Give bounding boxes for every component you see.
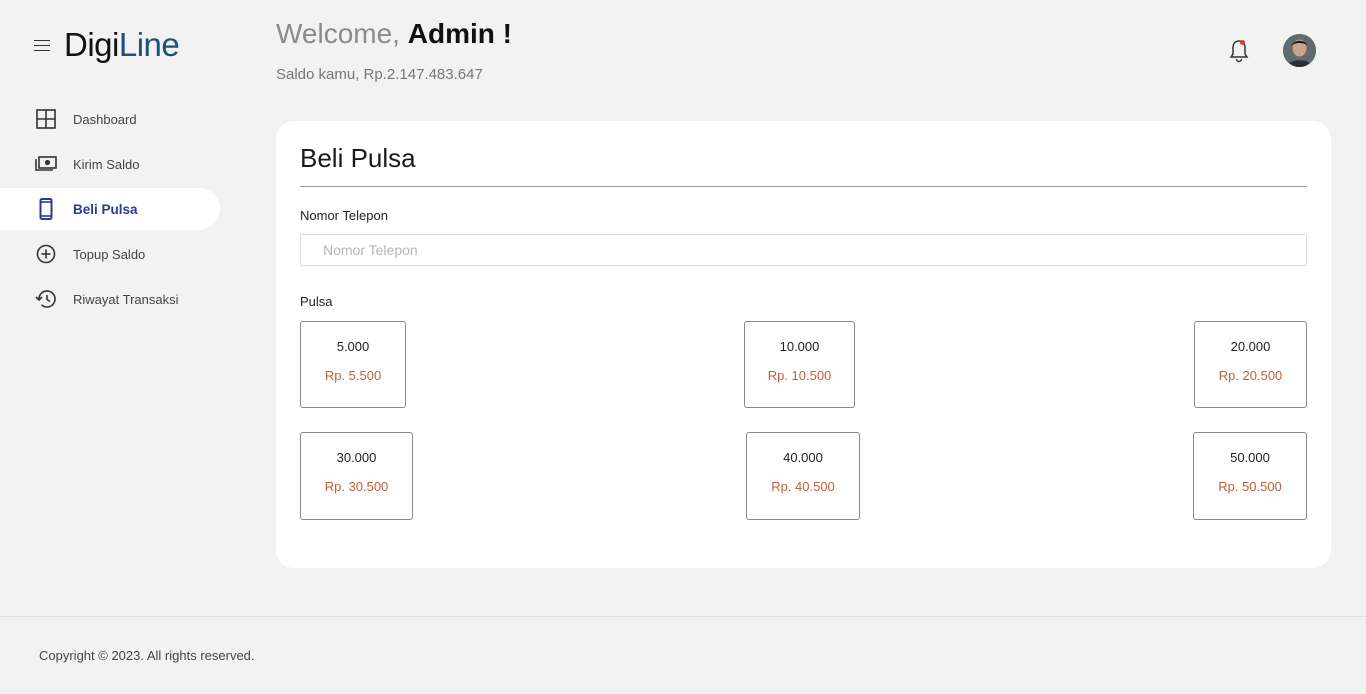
pulsa-option-30000[interactable]: 30.000 Rp. 30.500 <box>300 432 413 520</box>
pulsa-price: Rp. 10.500 <box>767 368 832 383</box>
sidebar-item-label: Dashboard <box>73 111 137 127</box>
avatar[interactable] <box>1283 34 1316 67</box>
footer-copyright: Copyright © 2023. All rights reserved. <box>39 648 255 663</box>
pulsa-price: Rp. 30.500 <box>324 479 389 494</box>
logo[interactable]: DigiLine <box>64 28 180 61</box>
pulsa-amount: 10.000 <box>779 339 820 354</box>
plus-circle-icon <box>35 243 57 265</box>
pulsa-price: Rp. 50.500 <box>1218 479 1282 494</box>
sidebar-item-label: Beli Pulsa <box>73 201 138 217</box>
sidebar-item-riwayat-transaksi[interactable]: Riwayat Transaksi <box>0 278 220 320</box>
welcome-heading: Welcome, Admin ! <box>276 18 512 49</box>
sidebar-item-topup-saldo[interactable]: Topup Saldo <box>0 233 220 275</box>
pulsa-amount: 5.000 <box>336 339 370 354</box>
sidebar-nav: Dashboard Kirim Saldo Beli Pulsa Topup S… <box>0 98 220 323</box>
phone-label: Nomor Telepon <box>300 208 388 223</box>
pulsa-amount: 40.000 <box>783 450 823 465</box>
sidebar-item-label: Topup Saldo <box>73 246 146 262</box>
pulsa-option-50000[interactable]: 50.000 Rp. 50.500 <box>1193 432 1307 520</box>
avatar-image <box>1283 34 1316 67</box>
sidebar-item-beli-pulsa[interactable]: Beli Pulsa <box>0 188 220 230</box>
brand: DigiLine <box>34 28 180 61</box>
footer-divider <box>0 616 1366 617</box>
money-icon <box>35 153 57 175</box>
user-name: Admin ! <box>407 18 512 49</box>
page-title: Beli Pulsa <box>300 143 416 173</box>
pulsa-price: Rp. 40.500 <box>771 479 835 494</box>
pulsa-amount: 20.000 <box>1230 339 1271 354</box>
smartphone-icon <box>35 198 57 220</box>
pulsa-option-5000[interactable]: 5.000 Rp. 5.500 <box>300 321 406 408</box>
pulsa-option-20000[interactable]: 20.000 Rp. 20.500 <box>1194 321 1307 408</box>
sidebar-item-label: Kirim Saldo <box>73 156 140 172</box>
pulsa-price: Rp. 5.500 <box>324 368 382 383</box>
pulsa-option-40000[interactable]: 40.000 Rp. 40.500 <box>746 432 860 520</box>
divider <box>300 186 1307 187</box>
sidebar-item-label: Riwayat Transaksi <box>73 291 179 307</box>
pulsa-label: Pulsa <box>300 294 333 309</box>
notification-bell-icon[interactable] <box>1227 38 1251 64</box>
phone-number-input[interactable] <box>300 234 1307 266</box>
pulsa-option-10000[interactable]: 10.000 Rp. 10.500 <box>744 321 855 408</box>
sidebar-item-dashboard[interactable]: Dashboard <box>0 98 220 140</box>
hamburger-menu-icon[interactable] <box>34 38 50 52</box>
grid-icon <box>35 108 57 130</box>
sidebar-item-kirim-saldo[interactable]: Kirim Saldo <box>0 143 220 185</box>
pulsa-amount: 30.000 <box>336 450 377 465</box>
balance-text: Saldo kamu, Rp.2.147.483.647 <box>276 66 483 83</box>
pulsa-amount: 50.000 <box>1230 450 1270 465</box>
buy-pulsa-card: Beli Pulsa Nomor Telepon Pulsa 5.000 Rp.… <box>276 121 1331 568</box>
history-icon <box>35 288 57 310</box>
pulsa-price: Rp. 20.500 <box>1218 368 1283 383</box>
